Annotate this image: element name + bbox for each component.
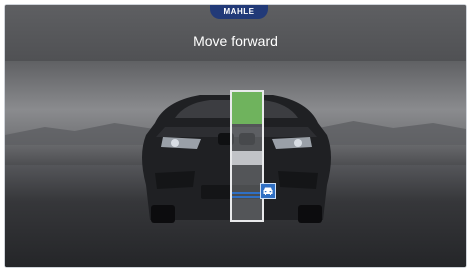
gauge-marker: [232, 151, 262, 165]
brand-logo: MAHLE: [210, 5, 268, 19]
instruction-title: Move forward: [193, 33, 278, 49]
car-front-icon: [260, 183, 276, 199]
position-indicator-line: [232, 192, 262, 194]
screen: MAHLE Move forward: [4, 4, 467, 268]
target-zone: [232, 92, 262, 124]
header-bar: MAHLE Move forward: [5, 5, 466, 61]
position-indicator-line-lower: [232, 196, 262, 198]
